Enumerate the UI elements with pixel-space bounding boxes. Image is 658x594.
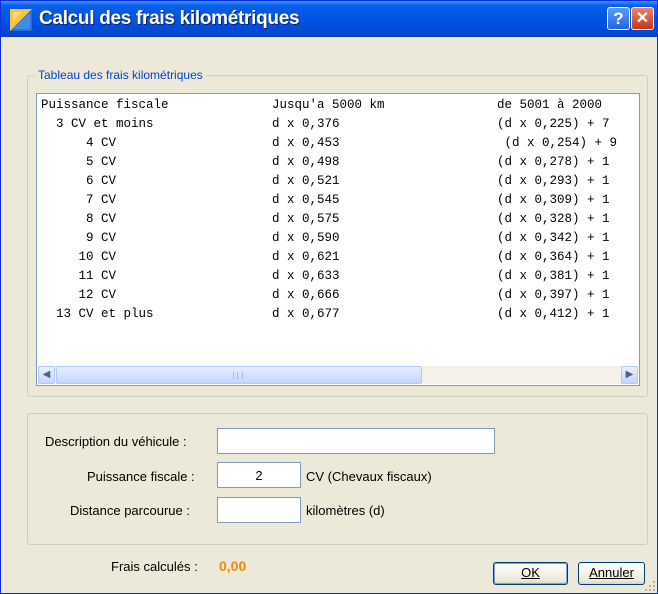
row-tranche-1: d x 0,498 <box>272 155 340 169</box>
title-bar[interactable]: Calcul des frais kilométriques ? ✕ <box>1 1 657 37</box>
grip-icon <box>233 372 243 379</box>
row-tranche-2: (d x 0,225) + 7 <box>497 117 610 131</box>
row-tranche-1: d x 0,633 <box>272 269 340 283</box>
row-puissance: 9 CV <box>41 231 117 245</box>
dialog-window: Calcul des frais kilométriques ? ✕ Table… <box>0 0 658 594</box>
close-button[interactable]: ✕ <box>631 7 654 30</box>
puissance-unit: CV (Chevaux fiscaux) <box>306 469 432 484</box>
resize-grip-icon[interactable] <box>645 581 655 591</box>
row-puissance: 5 CV <box>41 155 117 169</box>
result-label: Frais calculés : <box>111 559 198 574</box>
ok-button-label: OK <box>521 565 540 580</box>
rates-list[interactable]: Puissance fiscale Jusqu'a 5000 km de 500… <box>36 93 640 386</box>
description-label: Description du véhicule : <box>45 434 187 449</box>
description-input[interactable] <box>217 428 495 454</box>
row-tranche-1: d x 0,590 <box>272 231 340 245</box>
row-puissance: 4 CV <box>41 136 117 150</box>
puissance-input[interactable] <box>217 462 301 488</box>
app-icon <box>10 9 32 31</box>
row-puissance: 11 CV <box>41 269 117 283</box>
row-tranche-1: d x 0,521 <box>272 174 340 188</box>
left-arrow-icon[interactable]: ◀ <box>38 366 55 384</box>
window-title: Calcul des frais kilométriques <box>39 8 300 29</box>
row-tranche-1: d x 0,621 <box>272 250 340 264</box>
row-puissance: 3 CV et moins <box>41 117 154 131</box>
row-tranche-1: d x 0,677 <box>272 307 340 321</box>
header-tranche-1: Jusqu'a 5000 km <box>272 98 385 112</box>
row-tranche-2: (d x 0,278) + 1 <box>497 155 610 169</box>
ok-button[interactable]: OK <box>493 562 568 585</box>
help-button[interactable]: ? <box>607 7 630 30</box>
row-tranche-1: d x 0,453 <box>272 136 340 150</box>
row-tranche-2: (d x 0,412) + 1 <box>497 307 610 321</box>
row-tranche-2: (d x 0,328) + 1 <box>497 212 610 226</box>
cancel-button-label: Annuler <box>589 565 634 580</box>
row-tranche-2: (d x 0,309) + 1 <box>497 193 610 207</box>
distance-unit: kilomètres (d) <box>306 503 385 518</box>
row-puissance: 6 CV <box>41 174 117 188</box>
cancel-button[interactable]: Annuler <box>578 562 645 585</box>
row-tranche-1: d x 0,575 <box>272 212 340 226</box>
right-arrow-icon[interactable]: ▶ <box>621 366 638 384</box>
header-tranche-2: de 5001 à 2000 <box>497 98 603 112</box>
scrollbar-thumb[interactable] <box>56 366 422 384</box>
row-puissance: 13 CV et plus <box>41 307 154 321</box>
row-tranche-2: (d x 0,397) + 1 <box>497 288 610 302</box>
row-tranche-1: d x 0,545 <box>272 193 340 207</box>
row-tranche-2: (d x 0,293) + 1 <box>497 174 610 188</box>
row-puissance: 8 CV <box>41 212 117 226</box>
row-tranche-2: (d x 0,254) + 9 <box>497 136 618 150</box>
row-tranche-2: (d x 0,342) + 1 <box>497 231 610 245</box>
horizontal-scrollbar[interactable]: ◀ ▶ <box>38 366 638 384</box>
row-tranche-2: (d x 0,364) + 1 <box>497 250 610 264</box>
header-puissance: Puissance fiscale <box>41 98 169 112</box>
result-value: 0,00 <box>219 558 247 574</box>
row-tranche-1: d x 0,666 <box>272 288 340 302</box>
puissance-label: Puissance fiscale : <box>87 469 195 484</box>
row-tranche-2: (d x 0,381) + 1 <box>497 269 610 283</box>
distance-input[interactable] <box>217 497 301 523</box>
row-puissance: 12 CV <box>41 288 117 302</box>
row-tranche-1: d x 0,376 <box>272 117 340 131</box>
table-group-legend: Tableau des frais kilométriques <box>35 68 206 82</box>
row-puissance: 10 CV <box>41 250 117 264</box>
distance-label: Distance parcourue : <box>70 503 190 518</box>
row-puissance: 7 CV <box>41 193 117 207</box>
